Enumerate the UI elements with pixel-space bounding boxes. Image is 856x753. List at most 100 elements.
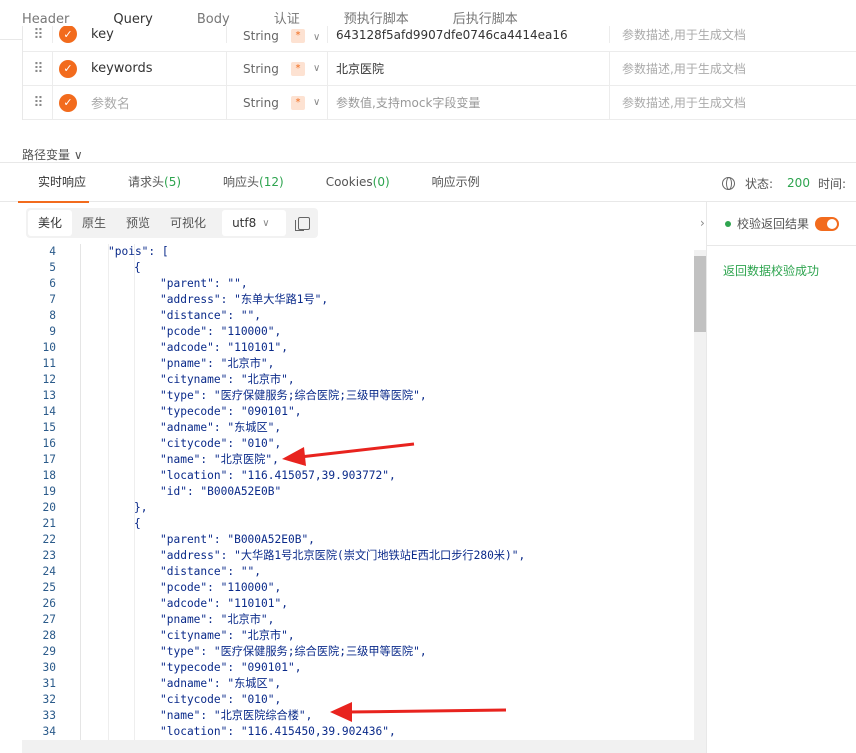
param-name[interactable]: keywords: [77, 52, 227, 85]
tab-cookies[interactable]: Cookies(0): [305, 162, 411, 202]
code-line: 16 "citycode": "010",: [22, 436, 706, 452]
code-text: "pcode": "110000",: [160, 325, 282, 338]
tab-label: Cookies: [325, 175, 373, 189]
check-icon[interactable]: ✓: [59, 26, 77, 43]
check-icon[interactable]: ✓: [59, 59, 77, 78]
line-number: 30: [42, 661, 56, 674]
line-number: 14: [42, 405, 56, 418]
drag-handle-icon[interactable]: ⠿: [23, 26, 53, 43]
tab-response-example[interactable]: 响应示例: [411, 162, 501, 202]
param-desc[interactable]: 参数描述,用于生成文档: [609, 52, 856, 85]
encoding-select[interactable]: utf8 ∨: [222, 210, 287, 236]
horizontal-scrollbar[interactable]: [22, 740, 706, 753]
param-type[interactable]: String: [227, 96, 279, 110]
line-number: 19: [42, 485, 56, 498]
param-type[interactable]: String: [227, 29, 279, 43]
line-number: 13: [42, 389, 56, 402]
param-name-placeholder[interactable]: 参数名: [77, 86, 227, 119]
path-variables-toggle[interactable]: 路径变量 ∨: [22, 146, 83, 163]
line-number: 20: [42, 501, 56, 514]
code-text: "citycode": "010",: [160, 437, 282, 450]
chevron-down-icon[interactable]: ∨: [313, 97, 327, 108]
code-text: "address": "大华路1号北京医院(崇文门地铁站E西北口步行280米)"…: [160, 549, 526, 562]
verify-header: 校验返回结果: [707, 202, 856, 246]
code-line: 23 "address": "大华路1号北京医院(崇文门地铁站E西北口步行280米…: [22, 548, 706, 564]
param-desc[interactable]: 参数描述,用于生成文档: [609, 26, 856, 43]
required-badge[interactable]: *: [291, 95, 305, 110]
verify-panel: 校验返回结果 返回数据校验成功: [706, 202, 856, 753]
code-text: "id": "B000A52E0B": [160, 485, 282, 498]
preview-button[interactable]: 预览: [116, 210, 160, 236]
code-line: 19 "id": "B000A52E0B": [22, 484, 706, 500]
vertical-scrollbar[interactable]: [694, 250, 706, 740]
code-text: },: [134, 501, 148, 514]
response-toolbar: 美化 原生 预览 可视化 utf8 ∨: [26, 208, 319, 238]
check-icon[interactable]: ✓: [59, 93, 77, 112]
code-text: {: [134, 261, 141, 274]
line-number: 15: [42, 421, 56, 434]
code-line: 27 "pname": "北京市",: [22, 612, 706, 628]
code-line: 33 "name": "北京医院综合楼",: [22, 708, 706, 724]
chevron-down-icon[interactable]: ∨: [313, 32, 327, 43]
globe-icon[interactable]: [722, 176, 735, 190]
code-line: 29 "type": "医疗保健服务;综合医院;三级甲等医院",: [22, 644, 706, 660]
code-line: 14 "typecode": "090101",: [22, 404, 706, 420]
drag-handle-icon[interactable]: ⠿: [23, 86, 53, 119]
param-value[interactable]: 北京医院: [327, 52, 609, 85]
tab-response-headers[interactable]: 响应头(12): [202, 162, 305, 202]
code-text: "typecode": "090101",: [160, 661, 302, 674]
code-line: 7 "address": "东单大华路1号",: [22, 292, 706, 308]
line-number: 9: [49, 325, 56, 338]
scrollbar-thumb[interactable]: [694, 256, 706, 332]
line-number: 21: [42, 517, 56, 530]
code-text: "adcode": "110101",: [160, 341, 288, 354]
code-text: "citycode": "010",: [160, 693, 282, 706]
code-line: 6 "parent": "",: [22, 276, 706, 292]
param-type[interactable]: String: [227, 62, 279, 76]
line-number: 7: [49, 293, 56, 306]
code-line: 10 "adcode": "110101",: [22, 340, 706, 356]
code-text: "pname": "北京市",: [160, 613, 275, 626]
line-number: 24: [42, 565, 56, 578]
beautify-button[interactable]: 美化: [28, 210, 73, 236]
line-number: 4: [49, 245, 56, 258]
tab-label: 实时响应: [38, 175, 87, 189]
code-text: "adname": "东城区",: [160, 421, 282, 434]
response-tabs: 实时响应 请求头(5) 响应头(12) Cookies(0) 响应示例 状态: …: [0, 162, 856, 203]
required-badge[interactable]: *: [291, 61, 305, 76]
code-line: 28 "cityname": "北京市",: [22, 628, 706, 644]
verify-toggle[interactable]: [815, 216, 840, 231]
tab-request-headers[interactable]: 请求头(5): [107, 162, 202, 202]
drag-handle-icon[interactable]: ⠿: [23, 52, 53, 85]
tab-count: (5): [164, 175, 182, 189]
code-line: 8 "distance": "",: [22, 308, 706, 324]
encoding-value: utf8: [232, 216, 257, 230]
code-text: "cityname": "北京市",: [160, 629, 295, 642]
status-area: 状态: 200 时间:: [722, 163, 846, 203]
code-line: 31 "adname": "东城区",: [22, 676, 706, 692]
required-badge[interactable]: *: [291, 29, 305, 43]
code-text: "parent": "B000A52E0B",: [160, 533, 315, 546]
line-number: 31: [42, 677, 56, 690]
copy-icon[interactable]: [295, 216, 311, 231]
code-text: "address": "东单大华路1号",: [160, 293, 329, 306]
chevron-down-icon[interactable]: ∨: [313, 63, 327, 74]
line-number: 18: [42, 469, 56, 482]
param-value-placeholder[interactable]: 参数值,支持mock字段变量: [327, 86, 609, 119]
code-line: 32 "citycode": "010",: [22, 692, 706, 708]
response-body-editor[interactable]: 4 "pois": [5{6 "parent": "", 7 "address": "东…: [22, 244, 706, 740]
param-desc[interactable]: 参数描述,用于生成文档: [609, 86, 856, 119]
code-line: 24 "distance": "",: [22, 564, 706, 580]
tab-live-response[interactable]: 实时响应: [0, 162, 107, 203]
chevron-right-icon[interactable]: ›: [700, 216, 705, 230]
tab-count: (0): [372, 175, 390, 189]
code-text: "pois": [: [108, 245, 169, 258]
raw-button[interactable]: 原生: [72, 210, 116, 236]
code-text: "name": "北京医院综合楼",: [160, 709, 313, 722]
param-value[interactable]: 643128f5afd9907dfe0746ca4414ea16: [327, 26, 609, 43]
visualize-button[interactable]: 可视化: [160, 210, 216, 236]
code-text: "name": "北京医院",: [160, 453, 279, 466]
line-number: 22: [42, 533, 56, 546]
code-line: 21 {: [22, 516, 706, 532]
param-name[interactable]: key: [77, 26, 227, 43]
